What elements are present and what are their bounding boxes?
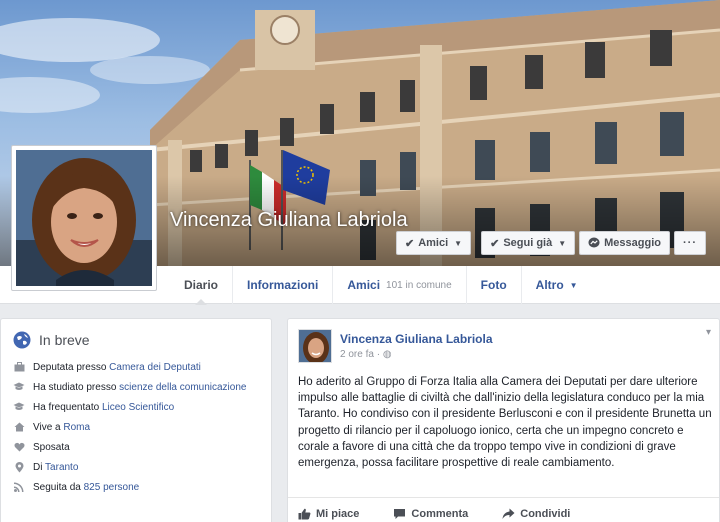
intro-item-relationship: Sposata xyxy=(13,441,259,454)
like-button[interactable]: Mi piace xyxy=(298,508,359,520)
intro-link-school[interactable]: Liceo Scientifico xyxy=(102,402,174,413)
intro-item-study: Ha studiato presso scienze della comunic… xyxy=(13,381,259,394)
post-text: Ho aderito al Gruppo di Forza Italia all… xyxy=(298,376,712,470)
tab-amici[interactable]: Amici 101 in comune xyxy=(332,266,465,304)
post-actions: Mi piace Commenta Condividi xyxy=(288,497,719,522)
friends-label: Amici xyxy=(418,237,449,249)
checkmark-icon: ✔ xyxy=(490,237,500,250)
more-icon: ··· xyxy=(683,237,697,249)
intro-header: In breve xyxy=(13,331,259,349)
avatar xyxy=(299,330,331,362)
message-label: Messaggio xyxy=(604,237,661,249)
share-arrow-icon xyxy=(502,508,515,519)
tab-altro[interactable]: Altro ▼ xyxy=(520,266,592,304)
following-button[interactable]: ✔ Segui già ▼ xyxy=(481,231,576,255)
tab-diario[interactable]: Diario xyxy=(170,266,232,305)
location-pin-icon xyxy=(15,462,23,473)
globe-icon: ◍ xyxy=(382,349,392,360)
follow-message-group: ✔ Segui già ▼ Messaggio ··· xyxy=(481,231,706,255)
profile-name[interactable]: Vincenza Giuliana Labriola xyxy=(170,208,430,232)
graduation-cap-icon xyxy=(13,382,25,390)
post-timestamp[interactable]: 2 ore fa · ◍ xyxy=(340,349,493,360)
profile-tabs: Diario Informazioni Amici 101 in comune F… xyxy=(170,266,592,305)
briefcase-icon xyxy=(14,362,24,372)
comment-button[interactable]: Commenta xyxy=(393,508,468,520)
intro-item-hometown: Di Taranto xyxy=(13,461,259,474)
mutual-friends-count: 101 in comune xyxy=(386,279,452,291)
tab-informazioni[interactable]: Informazioni xyxy=(232,266,332,304)
intro-item-followers: Seguita da 825 persone xyxy=(13,481,259,494)
like-label: Mi piace xyxy=(316,507,360,520)
intro-link-city[interactable]: Roma xyxy=(63,422,90,433)
globe-icon xyxy=(13,331,31,349)
following-label: Segui già xyxy=(503,237,553,249)
post-options-chevron-icon[interactable]: ▾ xyxy=(706,327,711,338)
house-icon xyxy=(14,422,24,432)
post-author-avatar[interactable] xyxy=(298,329,332,363)
timeline-post: Vincenza Giuliana Labriola 2 ore fa · ◍ … xyxy=(287,318,720,522)
chevron-down-icon: ▼ xyxy=(454,238,463,248)
more-options-button[interactable]: ··· xyxy=(674,231,706,255)
avatar xyxy=(16,150,152,286)
intro-link-work[interactable]: Camera dei Deputati xyxy=(109,362,201,373)
graduation-cap-icon xyxy=(13,402,25,410)
share-label: Condividi xyxy=(520,507,571,520)
intro-list: Deputata presso Camera dei Deputati Ha s… xyxy=(13,361,259,494)
profile-actions: ✔ Amici ▼ ✔ Segui già ▼ Messaggio ··· xyxy=(395,231,706,255)
intro-title: In breve xyxy=(39,332,90,348)
intro-item-school: Ha frequentato Liceo Scientifico xyxy=(13,401,259,414)
intro-link-followers[interactable]: 825 persone xyxy=(84,482,140,493)
intro-link-study[interactable]: scienze della comunicazione xyxy=(119,382,246,393)
intro-link-hometown[interactable]: Taranto xyxy=(45,462,78,473)
checkmark-icon: ✔ xyxy=(404,237,415,250)
messenger-icon xyxy=(588,237,600,248)
intro-item-lives: Vive a Roma xyxy=(13,421,259,434)
share-button[interactable]: Condividi xyxy=(502,508,570,520)
post-header: Vincenza Giuliana Labriola 2 ore fa · ◍ xyxy=(298,329,493,363)
rss-icon xyxy=(14,482,24,492)
tab-foto[interactable]: Foto xyxy=(465,266,521,304)
comment-icon xyxy=(394,508,406,519)
post-author-name[interactable]: Vincenza Giuliana Labriola xyxy=(340,332,493,346)
friends-button[interactable]: ✔ Amici ▼ xyxy=(395,231,472,255)
intro-card: In breve Deputata presso Camera dei Depu… xyxy=(0,318,272,522)
message-button[interactable]: Messaggio xyxy=(579,231,670,255)
thumbs-up-icon xyxy=(298,508,311,519)
heart-icon xyxy=(14,442,24,452)
profile-picture[interactable] xyxy=(11,145,157,291)
intro-item-work: Deputata presso Camera dei Deputati xyxy=(13,361,259,374)
comment-label: Commenta xyxy=(411,507,469,520)
chevron-down-icon: ▼ xyxy=(569,280,578,290)
chevron-down-icon: ▼ xyxy=(558,238,567,248)
